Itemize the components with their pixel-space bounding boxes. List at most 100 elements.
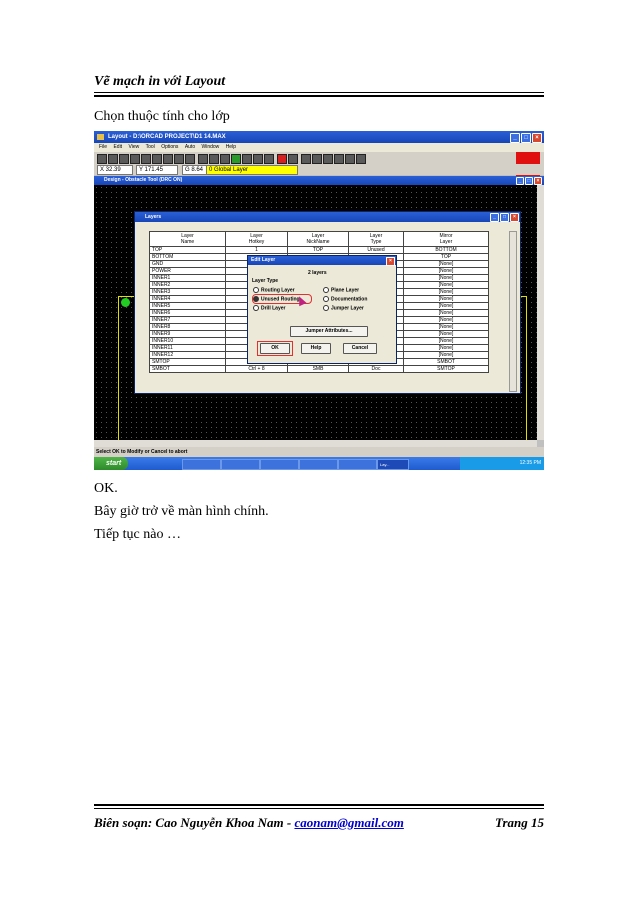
table-cell[interactable]: SMB <box>287 365 349 373</box>
table-cell[interactable]: [None] <box>403 323 489 331</box>
table-cell[interactable]: Ctrl + 8 <box>225 365 288 373</box>
table-cell[interactable]: [None] <box>403 274 489 282</box>
design-maximize-icon[interactable]: □ <box>525 177 533 185</box>
table-cell[interactable]: SMBOT <box>149 365 226 373</box>
pin-icon[interactable] <box>301 154 311 164</box>
table-cell[interactable]: INNER1 <box>149 274 226 282</box>
table-cell[interactable]: INNER7 <box>149 316 226 324</box>
redo-icon[interactable] <box>185 154 195 164</box>
taskbar-item[interactable] <box>221 459 260 470</box>
close-icon[interactable]: × <box>532 133 542 143</box>
table-cell[interactable]: [None] <box>403 344 489 352</box>
table-cell[interactable]: Unused <box>348 246 404 254</box>
route-icon[interactable] <box>253 154 263 164</box>
text-icon[interactable] <box>242 154 252 164</box>
table-cell[interactable]: INNER6 <box>149 309 226 317</box>
layers-close-icon[interactable]: × <box>510 213 519 222</box>
cut-icon[interactable] <box>141 154 151 164</box>
menu-edit[interactable]: Edit <box>113 144 122 150</box>
radio-routing-layer[interactable]: Routing Layer <box>253 287 295 293</box>
table-cell[interactable]: INNER9 <box>149 330 226 338</box>
menu-auto[interactable]: Auto <box>185 144 195 150</box>
zoom-out-icon[interactable] <box>209 154 219 164</box>
table-cell[interactable]: INNER11 <box>149 344 226 352</box>
table-cell[interactable]: [None] <box>403 351 489 359</box>
obstacle-icon[interactable] <box>288 154 298 164</box>
table-cell[interactable]: [None] <box>403 267 489 275</box>
col-header[interactable]: Layer NickName <box>287 231 349 247</box>
design-close-icon[interactable]: × <box>534 177 542 185</box>
table-row[interactable]: TOP 1 TOP Unused BOTTOM <box>149 246 489 254</box>
table-cell[interactable]: BOTTOM <box>403 246 489 254</box>
col-header[interactable]: Layer Type <box>348 231 404 247</box>
query-icon[interactable] <box>231 154 241 164</box>
taskbar-item-layout[interactable]: Lay... <box>377 459 409 470</box>
reconnect-icon[interactable] <box>356 154 366 164</box>
table-cell[interactable]: INNER12 <box>149 351 226 359</box>
table-cell[interactable]: INNER4 <box>149 295 226 303</box>
table-cell[interactable]: [None] <box>403 316 489 324</box>
table-cell[interactable]: SMTOP <box>403 365 489 373</box>
cancel-button[interactable]: Cancel <box>343 343 377 354</box>
table-cell[interactable]: 1 <box>225 246 288 254</box>
save-icon[interactable] <box>119 154 129 164</box>
table-cell[interactable]: SMTOP <box>149 358 226 366</box>
zoom-in-icon[interactable] <box>198 154 208 164</box>
track-icon[interactable] <box>323 154 333 164</box>
table-cell[interactable]: BOTTOM <box>149 253 226 261</box>
layers-maximize-icon[interactable]: □ <box>500 213 509 222</box>
col-header[interactable]: Layer Hotkey <box>225 231 288 247</box>
error-icon[interactable] <box>277 154 287 164</box>
taskbar-item[interactable] <box>260 459 299 470</box>
layer-select[interactable]: 0 Global Layer <box>206 165 298 175</box>
table-cell[interactable]: INNER5 <box>149 302 226 310</box>
table-cell[interactable]: [None] <box>403 330 489 338</box>
table-cell[interactable]: [None] <box>403 302 489 310</box>
layers-minimize-icon[interactable]: _ <box>490 213 499 222</box>
minimize-icon[interactable]: _ <box>510 133 520 143</box>
table-cell[interactable]: [None] <box>403 260 489 268</box>
new-icon[interactable] <box>97 154 107 164</box>
table-cell[interactable]: [None] <box>403 288 489 296</box>
menu-file[interactable]: File <box>99 144 107 150</box>
table-cell[interactable]: POWER <box>149 267 226 275</box>
table-cell[interactable]: TOP <box>403 253 489 261</box>
table-cell[interactable]: TOP <box>149 246 226 254</box>
menu-view[interactable]: View <box>128 144 139 150</box>
table-cell[interactable]: TOP <box>287 246 349 254</box>
drc-icon[interactable] <box>345 154 355 164</box>
start-button[interactable]: start <box>94 457 128 470</box>
table-cell[interactable]: INNER10 <box>149 337 226 345</box>
table-cell[interactable]: SMBOT <box>403 358 489 366</box>
menu-options[interactable]: Options <box>161 144 178 150</box>
paste-icon[interactable] <box>163 154 173 164</box>
radio-drill-layer[interactable]: Drill Layer <box>253 305 285 311</box>
horizontal-scrollbar[interactable] <box>94 440 537 447</box>
maximize-icon[interactable]: □ <box>521 133 531 143</box>
taskbar-item[interactable] <box>338 459 377 470</box>
table-cell[interactable]: Doc <box>348 365 404 373</box>
table-cell[interactable]: [None] <box>403 295 489 303</box>
table-cell[interactable]: [None] <box>403 337 489 345</box>
undo-icon[interactable] <box>174 154 184 164</box>
taskbar-item[interactable] <box>182 459 221 470</box>
email-link[interactable]: caonam@gmail.com <box>294 815 403 830</box>
close-icon[interactable]: × <box>386 257 395 266</box>
table-row[interactable]: SMBOT Ctrl + 8 SMB Doc SMTOP <box>149 365 489 373</box>
menu-help[interactable]: Help <box>226 144 236 150</box>
design-minimize-icon[interactable]: _ <box>516 177 524 185</box>
connect-icon[interactable] <box>264 154 274 164</box>
radio-plane-layer[interactable]: Plane Layer <box>323 287 359 293</box>
taskbar-item[interactable] <box>299 459 338 470</box>
copy-icon[interactable] <box>152 154 162 164</box>
col-header[interactable]: Mirror Layer <box>403 231 489 247</box>
table-cell[interactable]: INNER2 <box>149 281 226 289</box>
table-cell[interactable]: [None] <box>403 309 489 317</box>
table-cell[interactable]: GND <box>149 260 226 268</box>
menu-tool[interactable]: Tool <box>146 144 155 150</box>
table-cell[interactable]: INNER8 <box>149 323 226 331</box>
vertical-scrollbar[interactable] <box>537 185 544 440</box>
table-cell[interactable]: INNER3 <box>149 288 226 296</box>
table-cell[interactable]: [None] <box>403 281 489 289</box>
open-icon[interactable] <box>108 154 118 164</box>
